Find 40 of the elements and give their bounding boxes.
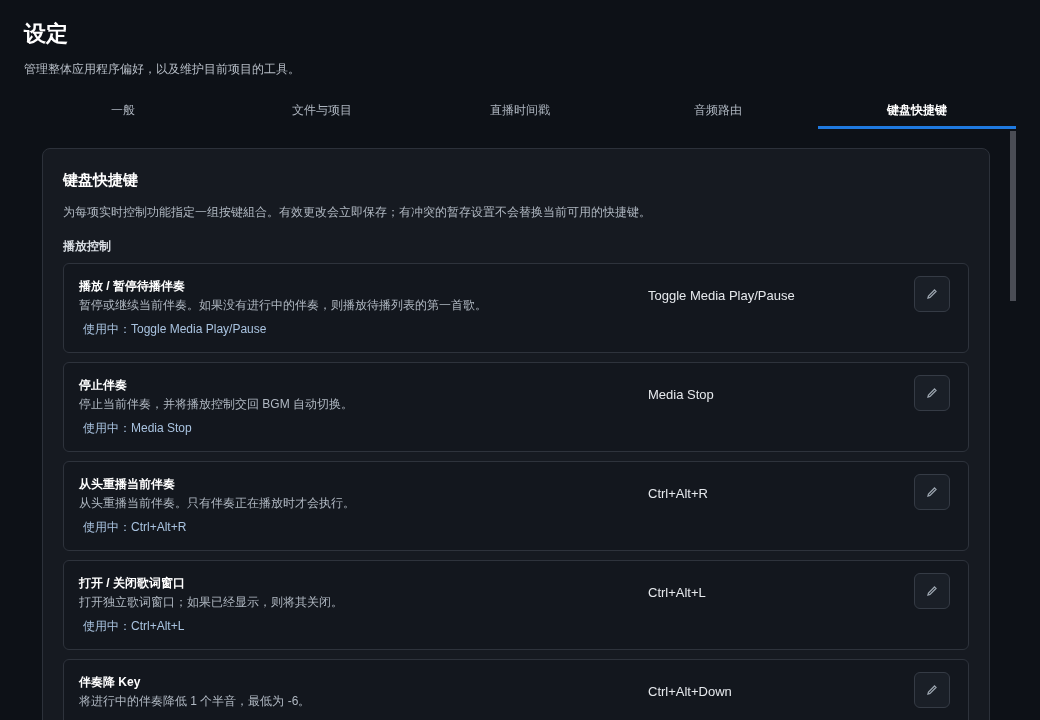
pencil-icon [926,585,938,597]
shortcut-binding: Toggle Media Play/Pause [648,287,796,305]
section-heading: 播放控制 [63,238,112,255]
shortcut-description: 停止当前伴奏，并将播放控制交回 BGM 自动切换。 [79,396,354,413]
shortcut-description: 打开独立歌词窗口；如果已经显示，则将其关闭。 [79,594,344,611]
shortcut-binding: Ctrl+Alt+R [648,485,709,503]
edit-button[interactable] [914,276,950,312]
settings-tab[interactable]: 文件与项目 [222,93,421,129]
shortcut-name: 伴奏降 Key [79,674,142,691]
shortcut-binding: Ctrl+Alt+Down [648,683,733,701]
page-title: 设定 [24,20,69,48]
in-use-label: 使用中：Ctrl+Alt+R [83,519,188,536]
shortcut-binding: Ctrl+Alt+L [648,584,707,602]
pencil-icon [926,288,938,300]
pencil-icon [926,684,938,696]
settings-tab[interactable]: 一般 [24,93,223,129]
settings-tab[interactable]: 键盘快捷键 [817,93,1017,129]
panel-title: 键盘快捷键 [63,169,139,190]
shortcut-name: 从头重播当前伴奏 [79,476,176,493]
shortcut-description: 从头重播当前伴奏。只有伴奏正在播放时才会执行。 [79,495,356,512]
edit-button[interactable] [914,573,950,609]
in-use-label: 使用中：Toggle Media Play/Pause [83,321,268,338]
shortcut-name: 播放 / 暂停待播伴奏 [79,278,186,295]
edit-button[interactable] [914,375,950,411]
shortcut-name: 打开 / 关闭歌词窗口 [79,575,186,592]
settings-tab[interactable]: 音频路由 [619,93,818,129]
pencil-icon [926,387,938,399]
in-use-label: 使用中：Ctrl+Alt+L [83,618,186,635]
in-use-label: 使用中：Media Stop [83,420,193,437]
panel-description: 为每项实时控制功能指定一组按键組合。有效更改会立即保存；有冲突的暂存设置不会替换当前可用的快捷键。 [63,204,652,221]
shortcut-name: 停止伴奏 [79,377,128,394]
scrollbar-thumb[interactable] [1010,130,1016,301]
shortcut-description: 将进行中的伴奏降低 1 个半音，最低为 -6。 [79,693,312,710]
settings-tab[interactable]: 直播时间戳 [420,93,620,129]
pencil-icon [926,486,938,498]
shortcut-description: 暂停或继续当前伴奏。如果没有进行中的伴奏，则播放待播列表的第一首歌。 [79,297,488,314]
shortcut-binding: Media Stop [648,386,715,404]
edit-button[interactable] [914,672,950,708]
page-subtitle: 管理整体应用程序偏好，以及维护目前项目的工具。 [24,60,301,78]
edit-button[interactable] [914,474,950,510]
